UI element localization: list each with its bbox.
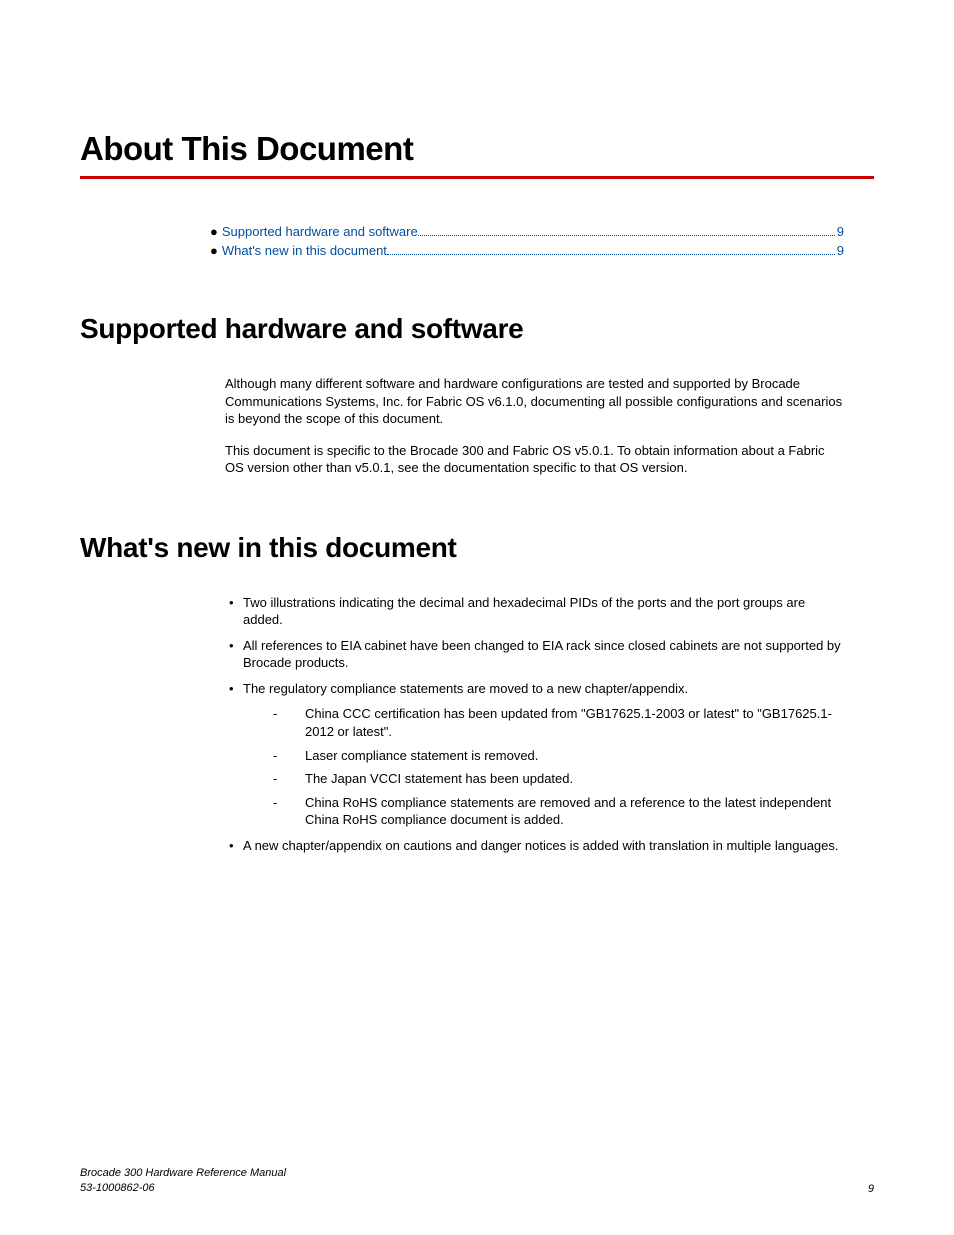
footer-title: Brocade 300 Hardware Reference Manual (80, 1166, 286, 1180)
title-rule (80, 176, 874, 179)
toc-page-number[interactable]: 9 (837, 243, 844, 258)
section-heading-whats-new: What's new in this document (80, 532, 874, 564)
toc-link[interactable]: What's new in this document (222, 243, 387, 258)
paragraph: This document is specific to the Brocade… (225, 442, 844, 477)
toc-page-number[interactable]: 9 (837, 224, 844, 239)
document-title: About This Document (80, 130, 874, 168)
sub-list-item: The Japan VCCI statement has been update… (273, 770, 844, 788)
table-of-contents: ● Supported hardware and software 9 ● Wh… (210, 224, 844, 258)
list-item: The regulatory compliance statements are… (225, 680, 844, 829)
sub-list: China CCC certification has been updated… (243, 705, 844, 828)
bullet-icon: ● (210, 224, 218, 239)
section-body: Although many different software and har… (225, 375, 844, 477)
bullet-icon: ● (210, 243, 218, 258)
list-item-text: The regulatory compliance statements are… (243, 681, 688, 696)
paragraph: Although many different software and har… (225, 375, 844, 428)
toc-leader (387, 254, 835, 255)
list-item: Two illustrations indicating the decimal… (225, 594, 844, 629)
sub-list-item: Laser compliance statement is removed. (273, 747, 844, 765)
footer-page-number: 9 (868, 1183, 874, 1195)
sub-list-item: China RoHS compliance statements are rem… (273, 794, 844, 829)
footer-docnum: 53-1000862-06 (80, 1181, 286, 1195)
section-heading-supported: Supported hardware and software (80, 313, 874, 345)
section-body: Two illustrations indicating the decimal… (225, 594, 844, 855)
page-footer: Brocade 300 Hardware Reference Manual 53… (80, 1166, 874, 1195)
toc-entry: ● What's new in this document 9 (210, 243, 844, 258)
list-item: All references to EIA cabinet have been … (225, 637, 844, 672)
list-item: A new chapter/appendix on cautions and d… (225, 837, 844, 855)
footer-doc-info: Brocade 300 Hardware Reference Manual 53… (80, 1166, 286, 1195)
toc-link[interactable]: Supported hardware and software (222, 224, 418, 239)
toc-leader (418, 235, 835, 236)
bullet-list: Two illustrations indicating the decimal… (225, 594, 844, 855)
sub-list-item: China CCC certification has been updated… (273, 705, 844, 740)
toc-entry: ● Supported hardware and software 9 (210, 224, 844, 239)
